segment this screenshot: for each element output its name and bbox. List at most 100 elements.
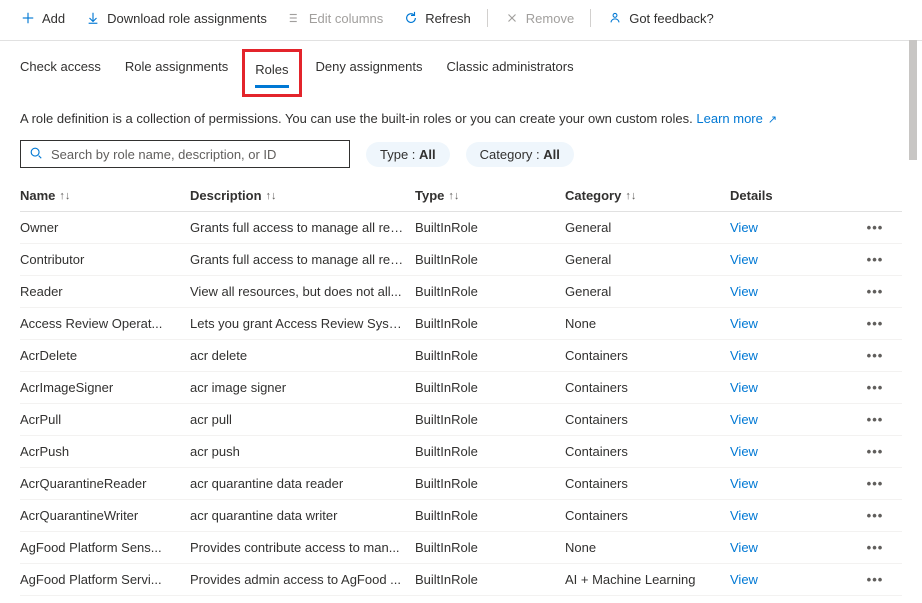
col-category[interactable]: Category↑↓ [565, 188, 730, 203]
scrollbar-thumb[interactable] [909, 40, 917, 160]
cell-type: BuiltInRole [415, 220, 565, 235]
more-actions[interactable]: ••• [860, 476, 890, 491]
cell-category: General [565, 252, 730, 267]
more-actions[interactable]: ••• [860, 444, 890, 459]
refresh-label: Refresh [425, 11, 471, 26]
feedback-icon [607, 10, 623, 26]
columns-icon [287, 10, 303, 26]
view-link[interactable]: View [730, 572, 860, 587]
description-text: A role definition is a collection of per… [0, 97, 922, 134]
cell-category: Containers [565, 412, 730, 427]
tab-role-assignments[interactable]: Role assignments [125, 55, 228, 97]
cell-name: AcrQuarantineWriter [20, 508, 190, 523]
cell-category: Containers [565, 380, 730, 395]
view-link[interactable]: View [730, 220, 860, 235]
cell-category: None [565, 540, 730, 555]
view-link[interactable]: View [730, 284, 860, 299]
tab-deny-assignments[interactable]: Deny assignments [316, 55, 423, 97]
cell-type: BuiltInRole [415, 412, 565, 427]
more-actions[interactable]: ••• [860, 540, 890, 555]
view-link[interactable]: View [730, 476, 860, 491]
cell-name: AcrPush [20, 444, 190, 459]
cell-name: AcrDelete [20, 348, 190, 363]
cell-description: acr quarantine data writer [190, 508, 415, 523]
cell-name: Access Review Operat... [20, 316, 190, 331]
feedback-label: Got feedback? [629, 11, 714, 26]
cell-name: Contributor [20, 252, 190, 267]
toolbar: Add Download role assignments Edit colum… [0, 0, 922, 41]
search-input[interactable] [49, 146, 341, 163]
description-body: A role definition is a collection of per… [20, 111, 693, 126]
table-header: Name↑↓ Description↑↓ Type↑↓ Category↑↓ D… [20, 178, 902, 212]
view-link[interactable]: View [730, 252, 860, 267]
tab-classic-admins[interactable]: Classic administrators [446, 55, 573, 97]
edit-columns-label: Edit columns [309, 11, 383, 26]
scrollbar[interactable] [906, 0, 920, 603]
view-link[interactable]: View [730, 348, 860, 363]
cell-description: Grants full access to manage all res... [190, 220, 415, 235]
more-actions[interactable]: ••• [860, 380, 890, 395]
view-link[interactable]: View [730, 444, 860, 459]
more-actions[interactable]: ••• [860, 252, 890, 267]
col-name[interactable]: Name↑↓ [20, 188, 190, 203]
cell-category: AI + Machine Learning [565, 572, 730, 587]
cell-type: BuiltInRole [415, 252, 565, 267]
table-body: OwnerGrants full access to manage all re… [20, 212, 902, 596]
view-link[interactable]: View [730, 316, 860, 331]
col-details: Details [730, 188, 860, 203]
sort-icon: ↑↓ [625, 190, 636, 202]
cell-description: acr delete [190, 348, 415, 363]
cell-name: AcrQuarantineReader [20, 476, 190, 491]
remove-label: Remove [526, 11, 574, 26]
view-link[interactable]: View [730, 508, 860, 523]
table-row: AcrPullacr pullBuiltInRoleContainersView… [20, 404, 902, 436]
view-link[interactable]: View [730, 380, 860, 395]
more-actions[interactable]: ••• [860, 348, 890, 363]
cell-type: BuiltInRole [415, 316, 565, 331]
category-filter[interactable]: Category : All [466, 142, 574, 167]
table-row: ContributorGrants full access to manage … [20, 244, 902, 276]
more-actions[interactable]: ••• [860, 412, 890, 427]
cell-category: Containers [565, 348, 730, 363]
download-icon [85, 10, 101, 26]
cell-description: acr image signer [190, 380, 415, 395]
more-actions[interactable]: ••• [860, 220, 890, 235]
cell-category: Containers [565, 508, 730, 523]
cell-name: Owner [20, 220, 190, 235]
category-filter-value: All [543, 147, 560, 162]
more-actions[interactable]: ••• [860, 316, 890, 331]
more-actions[interactable]: ••• [860, 284, 890, 299]
cell-type: BuiltInRole [415, 508, 565, 523]
cell-description: Provides admin access to AgFood ... [190, 572, 415, 587]
more-actions[interactable]: ••• [860, 572, 890, 587]
sort-icon: ↑↓ [448, 190, 459, 202]
add-button[interactable]: Add [12, 6, 73, 30]
view-link[interactable]: View [730, 412, 860, 427]
add-label: Add [42, 11, 65, 26]
more-actions[interactable]: ••• [860, 508, 890, 523]
table-row: Access Review Operat...Lets you grant Ac… [20, 308, 902, 340]
col-description[interactable]: Description↑↓ [190, 188, 415, 203]
cell-name: Reader [20, 284, 190, 299]
col-type[interactable]: Type↑↓ [415, 188, 565, 203]
search-input-container[interactable] [20, 140, 350, 168]
cell-description: Lets you grant Access Review Syste... [190, 316, 415, 331]
tab-roles[interactable]: Roles [255, 58, 288, 88]
cell-description: Grants full access to manage all res... [190, 252, 415, 267]
edit-columns-button: Edit columns [279, 6, 391, 30]
plus-icon [20, 10, 36, 26]
category-filter-label: Category : [480, 147, 544, 162]
table-row: AcrDeleteacr deleteBuiltInRoleContainers… [20, 340, 902, 372]
table-row: AcrPushacr pushBuiltInRoleContainersView… [20, 436, 902, 468]
cell-type: BuiltInRole [415, 380, 565, 395]
cell-type: BuiltInRole [415, 444, 565, 459]
learn-more-link[interactable]: Learn more ↗ [696, 111, 777, 126]
type-filter[interactable]: Type : All [366, 142, 450, 167]
cell-category: Containers [565, 444, 730, 459]
feedback-button[interactable]: Got feedback? [599, 6, 722, 30]
view-link[interactable]: View [730, 540, 860, 555]
tab-check-access[interactable]: Check access [20, 55, 101, 97]
roles-table: Name↑↓ Description↑↓ Type↑↓ Category↑↓ D… [0, 178, 922, 596]
refresh-button[interactable]: Refresh [395, 6, 479, 30]
download-button[interactable]: Download role assignments [77, 6, 275, 30]
